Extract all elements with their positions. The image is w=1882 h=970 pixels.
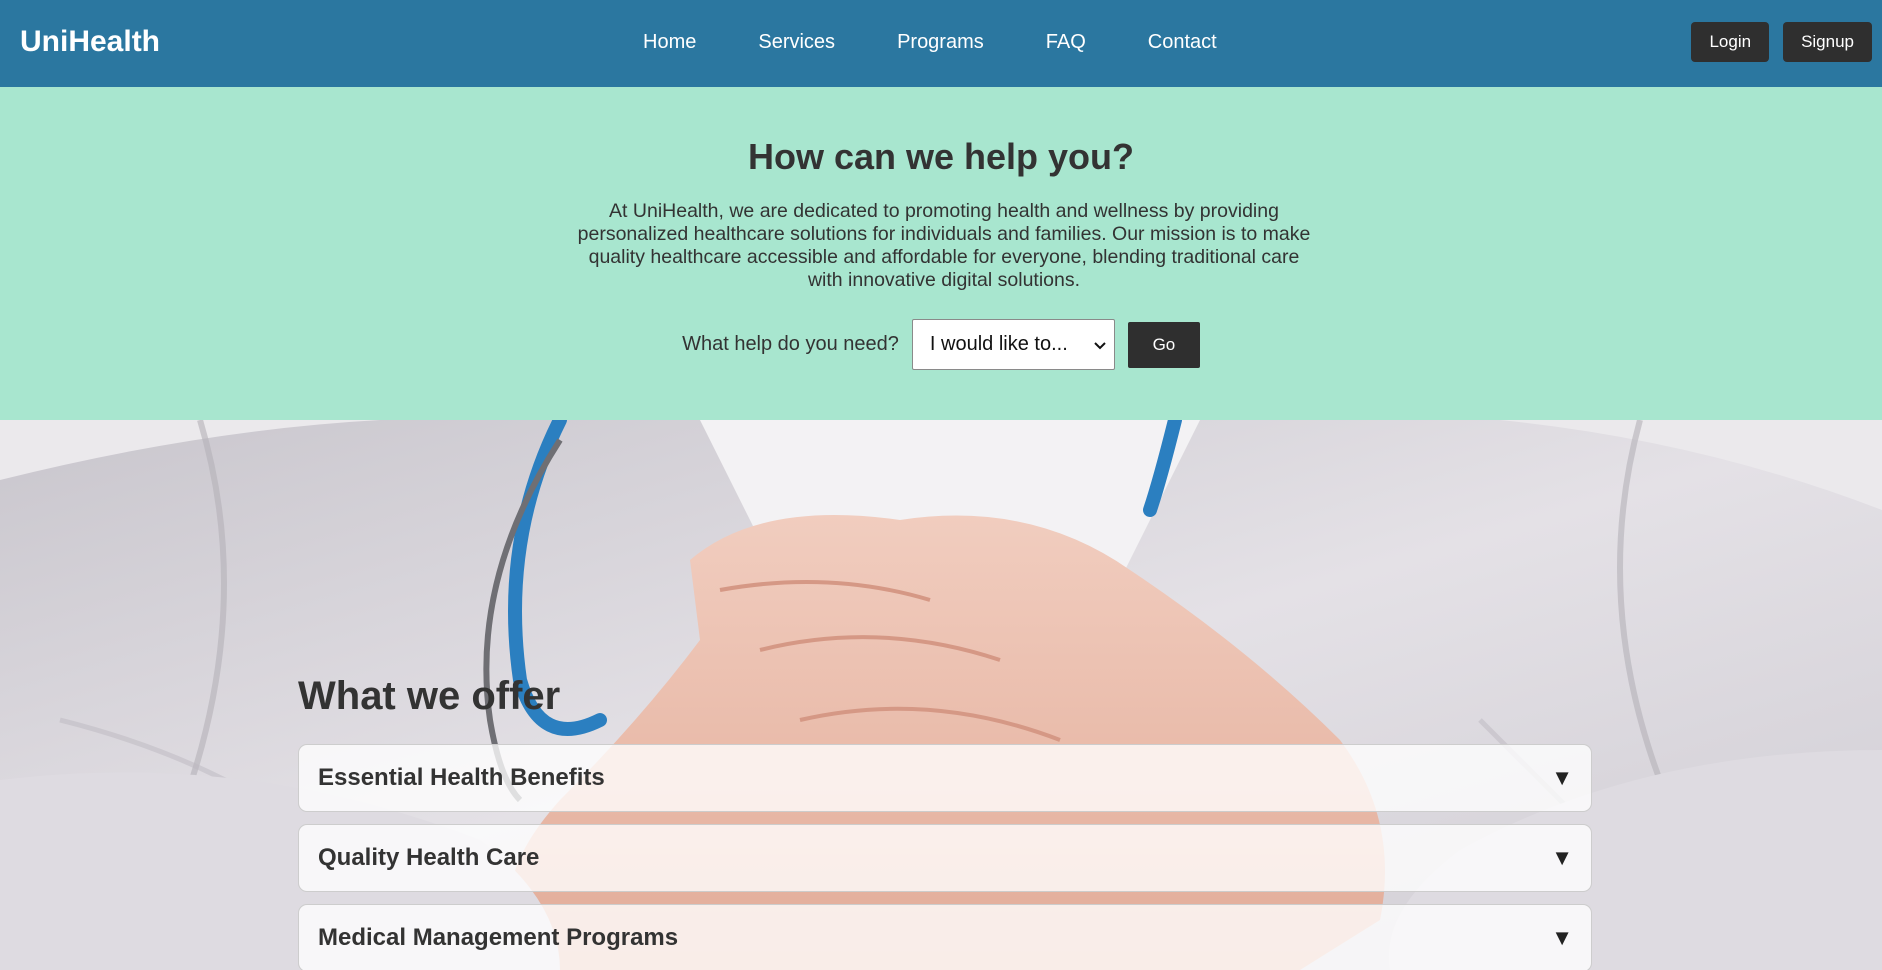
expand-arrow-icon: ▼ bbox=[1551, 925, 1573, 950]
nav-link-programs[interactable]: Programs bbox=[866, 27, 1015, 57]
chevron-down-icon bbox=[1094, 337, 1106, 353]
help-question-label: What help do you need? bbox=[682, 333, 899, 355]
nav-link-home[interactable]: Home bbox=[612, 27, 727, 57]
help-select-value: I would like to... bbox=[929, 333, 1068, 355]
accordion-title: Essential Health Benefits bbox=[318, 764, 605, 791]
help-form: What help do you need? I would like to..… bbox=[0, 319, 1882, 370]
offer-hero-section: What we offer Essential Health Benefits … bbox=[0, 420, 1882, 970]
help-description: At UniHealth, we are dedicated to promot… bbox=[577, 200, 1311, 291]
top-nav-bar: UniHealth Home Services Programs FAQ Con… bbox=[0, 0, 1882, 87]
login-button[interactable]: Login bbox=[1691, 22, 1770, 62]
expand-arrow-icon: ▼ bbox=[1551, 765, 1573, 790]
main-nav: Home Services Programs FAQ Contact bbox=[612, 27, 1248, 57]
accordion-quality-health-care[interactable]: Quality Health Care ▼ bbox=[298, 824, 1592, 892]
accordion-medical-management-programs[interactable]: Medical Management Programs ▼ bbox=[298, 904, 1592, 970]
nav-link-services[interactable]: Services bbox=[727, 27, 866, 57]
nav-link-faq[interactable]: FAQ bbox=[1015, 27, 1117, 57]
help-type-select[interactable]: I would like to... bbox=[911, 319, 1115, 370]
accordion-essential-health-benefits[interactable]: Essential Health Benefits ▼ bbox=[298, 744, 1592, 812]
brand-logo[interactable]: UniHealth bbox=[20, 22, 160, 62]
go-button[interactable]: Go bbox=[1127, 321, 1200, 368]
signup-button[interactable]: Signup bbox=[1783, 22, 1872, 62]
offer-title: What we offer bbox=[298, 674, 561, 718]
expand-arrow-icon: ▼ bbox=[1551, 845, 1573, 870]
accordion-title: Medical Management Programs bbox=[318, 924, 679, 951]
auth-buttons: Login Signup bbox=[1691, 22, 1872, 62]
accordion-title: Quality Health Care bbox=[318, 844, 540, 871]
help-section: How can we help you? At UniHealth, we ar… bbox=[0, 87, 1882, 420]
help-title: How can we help you? bbox=[747, 136, 1135, 177]
nav-link-contact[interactable]: Contact bbox=[1117, 27, 1248, 57]
